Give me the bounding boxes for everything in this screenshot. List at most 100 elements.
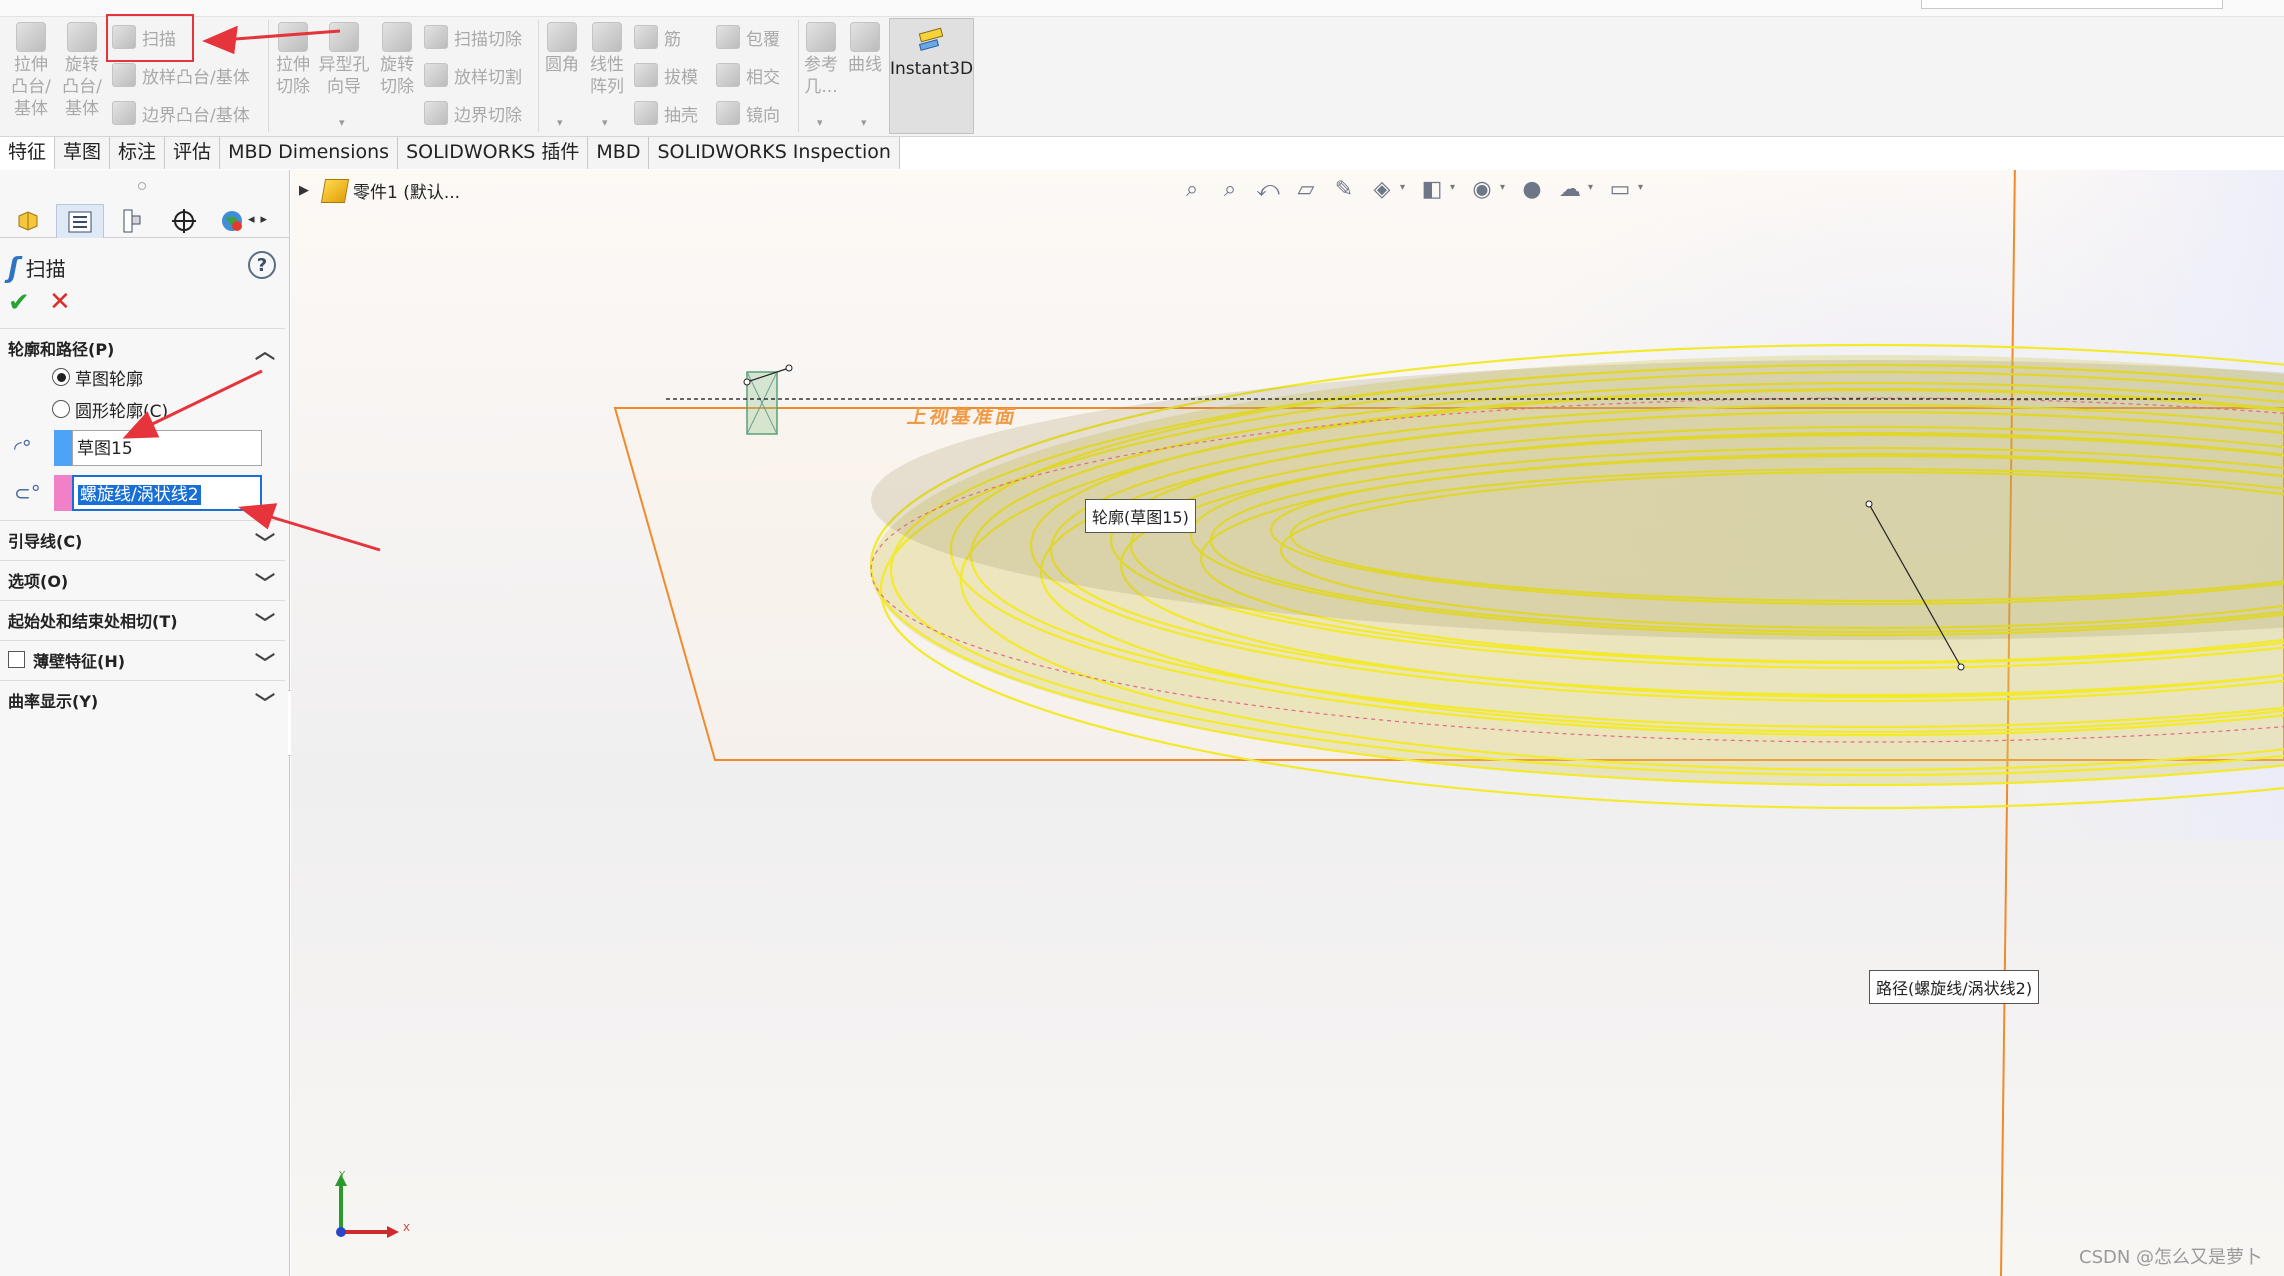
extrude-icon — [16, 22, 46, 52]
linear-pattern-label: 线性 阵列 — [590, 55, 624, 97]
tab-solidworks-inspection[interactable]: SOLIDWORKS Inspection — [649, 137, 900, 169]
rib-label: 筋 — [664, 29, 681, 50]
path-leader-anchor — [1865, 500, 1873, 508]
profile-selection-value: 草图15 — [77, 439, 133, 459]
hole-wizard-label: 异型孔 向导 — [318, 55, 370, 97]
configuration-icon — [123, 209, 141, 233]
curves-button[interactable]: 曲线 — [846, 18, 884, 76]
mirror-button[interactable]: 镜向 — [716, 98, 780, 128]
graphics-viewport[interactable]: ▶ 零件1 (默认... ⌕ ⌕ ⤺ ▱ ✎ ◈ ◧ ◉ ● ☁ ▭ — [291, 170, 2284, 1276]
shell-button[interactable]: 抽壳 — [634, 98, 698, 128]
loft-boss-button[interactable]: 放样凸台/基体 — [112, 60, 250, 90]
section-guide-curves-label: 引导线(C) — [8, 531, 83, 551]
manager-tabs: ◂▸ — [0, 202, 290, 238]
tab-features[interactable]: 特征 — [0, 137, 56, 169]
ribbon-separator — [798, 20, 799, 132]
lofted-cut-label: 放样切割 — [454, 67, 522, 88]
radio-button-unchecked[interactable] — [52, 400, 70, 418]
configuration-manager-tab[interactable] — [108, 204, 156, 238]
tab-solidworks-addins[interactable]: SOLIDWORKS 插件 — [398, 137, 589, 169]
extruded-cut-button[interactable]: 拉伸 切除 — [272, 18, 314, 98]
chevron-down-icon: ﹀ — [255, 611, 275, 635]
draft-label: 拔模 — [664, 67, 698, 88]
profile-callout[interactable]: 轮廓(草图15) — [1085, 499, 1196, 533]
wrap-button[interactable]: 包覆 — [716, 22, 780, 52]
radio-sketch-profile-label: 草图轮廓 — [75, 369, 143, 390]
tab-markup[interactable]: 标注 — [110, 137, 166, 169]
radio-sketch-profile[interactable]: 草图轮廓 — [52, 364, 143, 390]
boundary-cut-label: 边界切除 — [454, 105, 522, 126]
radio-button-checked[interactable] — [52, 368, 70, 386]
hole-wizard-icon — [329, 22, 359, 52]
path-icon: ⊂° — [14, 481, 41, 505]
ok-checkmark-icon[interactable]: ✔ — [8, 288, 30, 318]
boundary-label: 边界凸台/基体 — [142, 105, 250, 126]
panel-grip-handle[interactable] — [138, 182, 146, 190]
swept-cut-button[interactable]: 扫描切除 — [424, 22, 522, 52]
hole-wizard-button[interactable]: 异型孔 向导 — [318, 18, 370, 98]
help-icon[interactable]: ? — [248, 251, 276, 279]
section-guide-curves[interactable]: 引导线(C) ﹀ — [0, 520, 285, 558]
rib-button[interactable]: 筋 — [634, 22, 681, 52]
tab-mbd-dimensions[interactable]: MBD Dimensions — [220, 137, 399, 169]
fillet-dropdown-icon[interactable]: ▾ — [557, 116, 563, 129]
profile-leader-joint — [785, 364, 793, 372]
linear-pattern-dropdown-icon[interactable]: ▾ — [602, 116, 608, 129]
triad-x-label: X — [403, 1223, 410, 1234]
section-curvature-display[interactable]: 曲率显示(Y) ﹀ — [0, 680, 285, 718]
section-profile-and-path-label: 轮廓和路径(P) — [8, 339, 115, 359]
watermark: CSDN @怎么又是萝卜 — [2079, 1247, 2263, 1268]
radio-circular-profile[interactable]: 圆形轮廓(C) — [52, 396, 168, 422]
linear-pattern-button[interactable]: 线性 阵列 — [586, 18, 628, 98]
panel-tab-scroll-arrows[interactable]: ◂▸ — [248, 212, 273, 227]
tab-evaluate[interactable]: 评估 — [165, 137, 221, 169]
section-thin-feature[interactable]: 薄壁特征(H) ﹀ — [0, 640, 285, 678]
boundary-boss-button[interactable]: 边界凸台/基体 — [112, 98, 250, 128]
intersect-button[interactable]: 相交 — [716, 60, 780, 90]
property-manager-tab[interactable] — [56, 204, 104, 238]
revolved-cut-button[interactable]: 旋转 切除 — [376, 18, 418, 98]
instant3d-button[interactable]: Instant3D — [889, 18, 974, 134]
profile-selection-field[interactable]: 草图15 — [72, 430, 262, 466]
sweep-preview-scene — [613, 170, 2284, 1276]
search-input[interactable] — [1921, 0, 2223, 9]
fillet-button[interactable]: 圆角 — [542, 18, 582, 76]
revolve-boss-button[interactable]: 旋转 凸台/ 基体 — [59, 18, 105, 120]
profile-leader-anchor — [743, 378, 751, 386]
tab-mbd[interactable]: MBD — [588, 137, 650, 169]
path-leader-joint — [1957, 663, 1965, 671]
section-options[interactable]: 选项(O) ﹀ — [0, 560, 285, 598]
lofted-cut-button[interactable]: 放样切割 — [424, 60, 522, 90]
cancel-x-icon[interactable]: ✕ — [49, 287, 71, 317]
intersect-label: 相交 — [746, 67, 780, 88]
ribbon-separator — [268, 20, 269, 132]
tab-sketch[interactable]: 草图 — [55, 137, 111, 169]
hole-wizard-dropdown-icon[interactable]: ▾ — [339, 116, 345, 129]
property-manager-header: ʃ 扫描 — [8, 250, 283, 284]
lofted-cut-icon — [424, 63, 448, 87]
command-tabs: 特征 草图 标注 评估 MBD Dimensions SOLIDWORKS 插件… — [0, 137, 900, 169]
feature-manager-tab[interactable] — [4, 204, 52, 238]
reference-geometry-dropdown-icon[interactable]: ▾ — [817, 116, 823, 129]
sweep-highlight-box — [106, 14, 194, 62]
dimxpert-manager-tab[interactable] — [160, 204, 208, 238]
section-start-end-tangency[interactable]: 起始处和结束处相切(T) ﹀ — [0, 600, 285, 638]
sweep-icon: ʃ — [8, 250, 20, 284]
display-manager-tab[interactable] — [212, 204, 252, 238]
thin-feature-checkbox[interactable] — [8, 651, 25, 668]
shell-label: 抽壳 — [664, 105, 698, 126]
path-callout[interactable]: 路径(螺旋线/涡状线2) — [1869, 970, 2040, 1004]
boundary-cut-icon — [424, 101, 448, 125]
curves-icon — [850, 22, 880, 52]
boundary-cut-button[interactable]: 边界切除 — [424, 98, 522, 128]
path-selection-field[interactable]: 螺旋线/涡状线2 — [72, 475, 262, 511]
instant3d-icon — [918, 27, 943, 51]
reference-geometry-button[interactable]: 参考 几... — [802, 18, 840, 98]
chevron-down-icon: ﹀ — [255, 571, 275, 595]
section-profile-and-path[interactable]: 轮廓和路径(P) ︿ — [0, 328, 285, 366]
extrude-boss-button[interactable]: 拉伸 凸台/ 基体 — [8, 18, 54, 120]
section-curvature-display-label: 曲率显示(Y) — [8, 691, 99, 711]
draft-button[interactable]: 拔模 — [634, 60, 698, 90]
mirror-label: 镜向 — [746, 105, 780, 126]
curves-dropdown-icon[interactable]: ▾ — [861, 116, 867, 129]
